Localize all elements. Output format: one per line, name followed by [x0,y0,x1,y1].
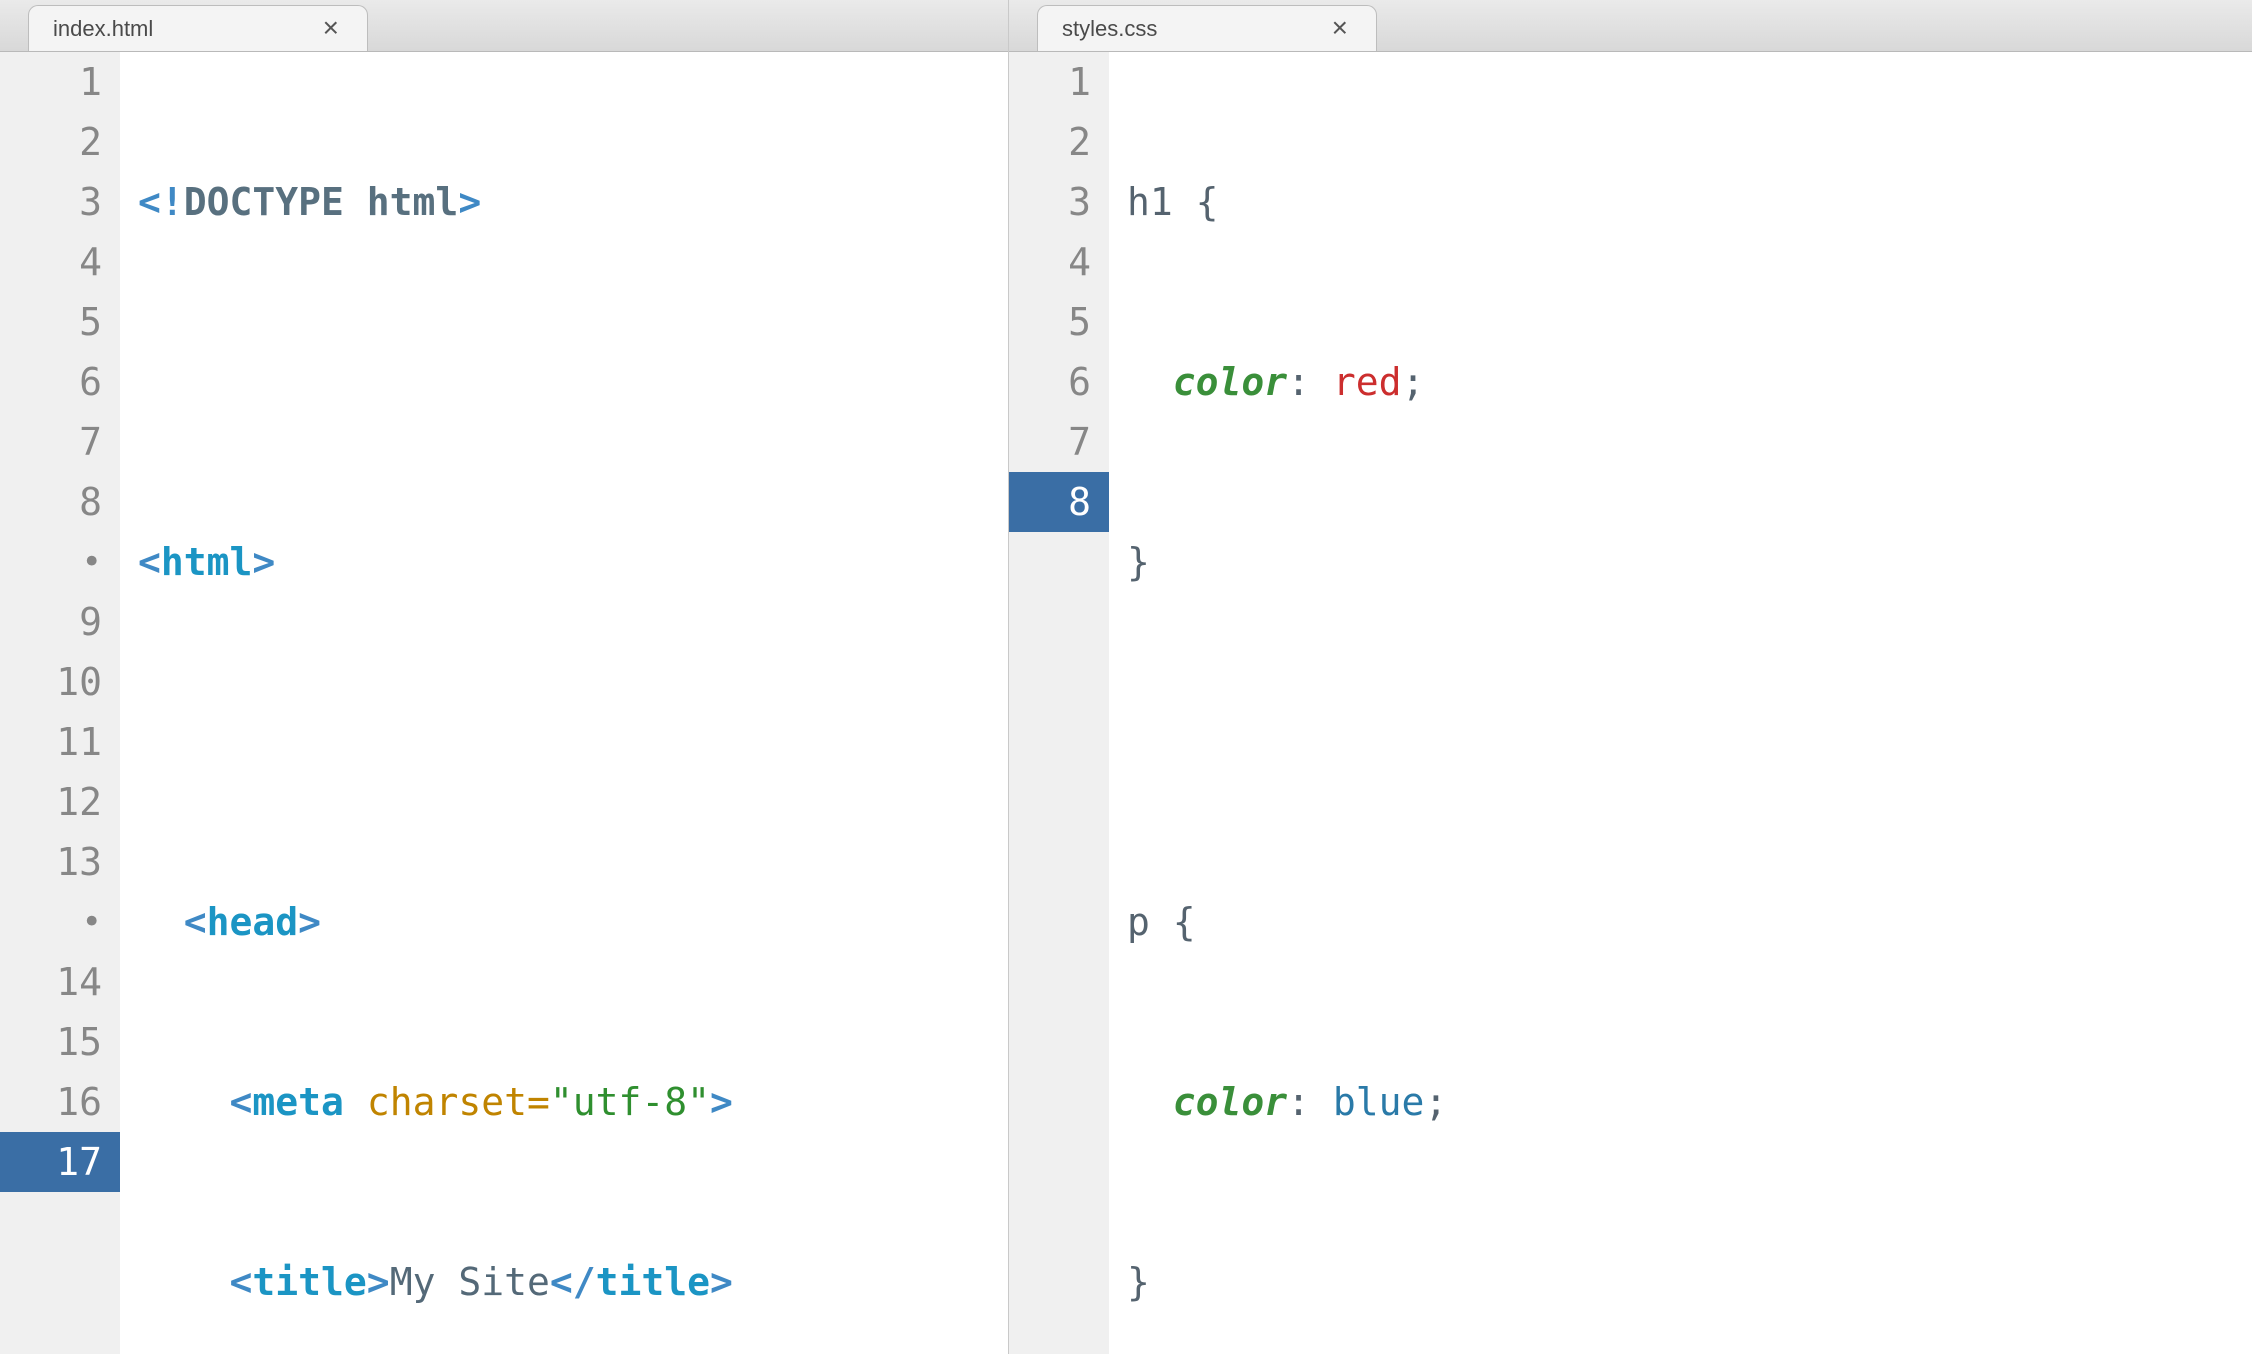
editor-left[interactable]: 12345678•910111213•14151617 <!DOCTYPE ht… [0,52,1008,1354]
line-number: 1 [1023,52,1091,112]
line-number: 11 [14,712,102,772]
line-number: 5 [14,292,102,352]
line-number: 12 [14,772,102,832]
tab-label: index.html [53,16,243,42]
line-number: 16 [14,1072,102,1132]
line-number: 15 [14,1012,102,1072]
line-number: 3 [1023,172,1091,232]
editor-right[interactable]: 12345678 h1 { color: red; } p { color: b… [1009,52,2252,1354]
gutter-right: 12345678 [1009,52,1109,1354]
line-number: 13 [14,832,102,892]
line-number: 10 [14,652,102,712]
line-number: 1 [14,52,102,112]
line-number: 8 [14,472,102,532]
line-number: 3 [14,172,102,232]
line-number: 4 [14,232,102,292]
tab-bar-right: styles.css × [1009,0,2252,52]
line-number: • [14,532,102,592]
tab-styles-css[interactable]: styles.css × [1037,5,1377,51]
line-number: 6 [14,352,102,412]
gutter-left: 12345678•910111213•14151617 [0,52,120,1354]
line-number: 17 [0,1132,120,1192]
line-number: 9 [14,592,102,652]
close-icon[interactable]: × [323,14,339,42]
tab-index-html[interactable]: index.html × [28,5,368,51]
editor-pane-right: styles.css × 12345678 h1 { color: red; }… [1008,0,2252,1354]
tab-bar-left: index.html × [0,0,1008,52]
line-number: 2 [1023,112,1091,172]
editor-pane-left: index.html × 12345678•910111213•14151617… [0,0,1008,1354]
line-number: 7 [14,412,102,472]
line-number: 14 [14,952,102,1012]
tab-label: styles.css [1062,16,1252,42]
code-left[interactable]: <!DOCTYPE html> <html> <head> <meta char… [120,52,1008,1354]
line-number: 2 [14,112,102,172]
line-number: 5 [1023,292,1091,352]
line-number: • [14,892,102,952]
line-number: 8 [1009,472,1109,532]
line-number: 6 [1023,352,1091,412]
close-icon[interactable]: × [1332,14,1348,42]
code-right[interactable]: h1 { color: red; } p { color: blue; } [1109,52,2252,1354]
line-number: 7 [1023,412,1091,472]
line-number: 4 [1023,232,1091,292]
